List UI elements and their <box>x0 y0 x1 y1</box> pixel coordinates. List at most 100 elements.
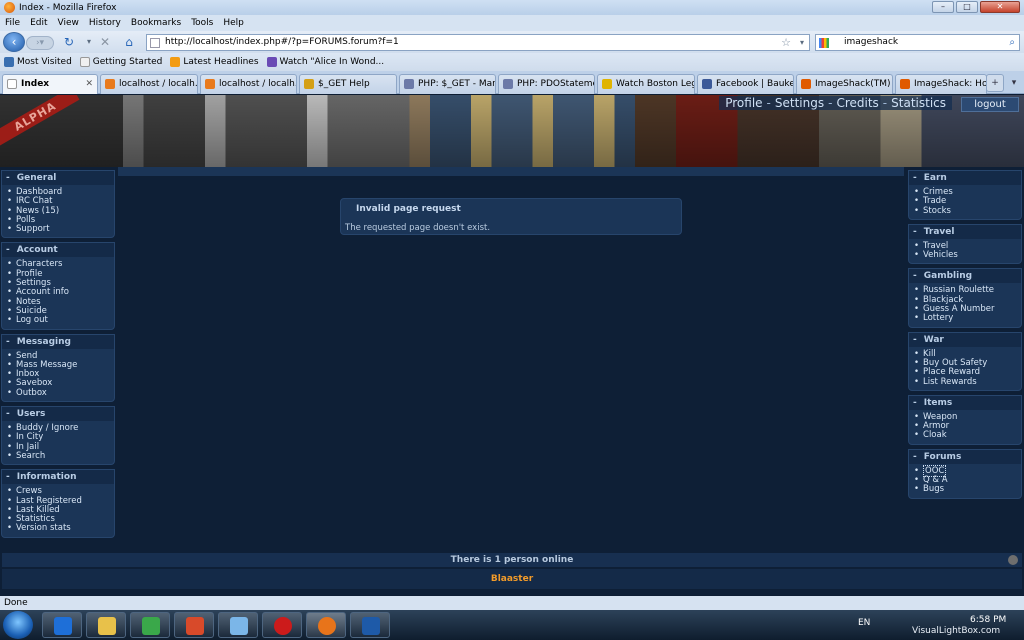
google-icon[interactable] <box>819 38 829 48</box>
new-tab-button[interactable]: + <box>986 74 1004 92</box>
tab[interactable]: localhost / localh... <box>200 74 297 94</box>
taskbar-app-active[interactable] <box>306 612 346 638</box>
ie-icon <box>54 617 72 635</box>
search-input[interactable]: imageshack <box>844 37 898 47</box>
tab-label: localhost / localh... <box>119 79 198 89</box>
close-tab-icon[interactable]: ✕ <box>85 75 93 93</box>
panel-title: - Forums <box>909 449 1021 464</box>
menu-tools[interactable]: Tools <box>186 18 218 28</box>
menu-bar: File Edit View History Bookmarks Tools H… <box>0 15 1024 31</box>
menu-link[interactable]: Bugs <box>914 485 1021 495</box>
rss-icon <box>170 57 181 67</box>
top-navigation: Profile - Settings - Credits - Statistic… <box>719 96 952 110</box>
menu-link[interactable]: List Rewards <box>914 377 1021 387</box>
tab-label: Watch Boston Leg... <box>616 79 694 89</box>
tab[interactable]: ImageShack: Host... <box>895 74 987 94</box>
taskbar-app[interactable] <box>350 612 390 638</box>
address-dropdown-icon[interactable]: ▾ <box>800 35 804 50</box>
stop-icon[interactable]: ✕ <box>98 35 112 49</box>
panel-account: -Account Characters Profile Settings Acc… <box>1 242 115 330</box>
online-users-bar: Blaaster <box>2 569 1022 589</box>
web-page: ALPHA Profile - Settings - Credits - Sta… <box>0 95 1024 595</box>
menu-link[interactable]: Search <box>7 451 114 461</box>
menu-link[interactable]: Stocks <box>914 206 1021 216</box>
taskbar-app[interactable] <box>42 612 82 638</box>
tab[interactable]: localhost / localh... <box>100 74 198 94</box>
panel-general: -General Dashboard IRC Chat News (15) Po… <box>1 170 115 239</box>
language-indicator[interactable]: EN <box>858 618 870 628</box>
right-sidebar: -Earn Crimes Trade Stocks -Travel Travel… <box>908 170 1022 503</box>
taskbar-app[interactable] <box>174 612 214 638</box>
nav-statistics-link[interactable]: Statistics <box>891 96 946 110</box>
page-favicon-icon <box>150 38 160 48</box>
address-bar[interactable]: http://localhost/index.php#/?p=FORUMS.fo… <box>146 34 810 51</box>
bookmark-item[interactable]: Getting Started <box>76 57 167 67</box>
list-tabs-icon[interactable]: ▾ <box>1007 74 1021 92</box>
nav-profile-link[interactable]: Profile <box>725 96 762 110</box>
history-dropdown-icon[interactable]: ▾ <box>82 35 96 49</box>
online-user-link[interactable]: Blaaster <box>491 574 533 584</box>
logout-button[interactable]: logout <box>961 97 1019 112</box>
search-bar[interactable]: imageshack ⌕ <box>815 34 1020 51</box>
status-text: Done <box>4 598 28 608</box>
nav-settings-link[interactable]: Settings <box>775 96 824 110</box>
panel-title: - Gambling <box>909 269 1021 284</box>
bookmark-item[interactable]: Most Visited <box>0 57 76 67</box>
minimize-button[interactable]: – <box>932 1 954 13</box>
menu-history[interactable]: History <box>84 18 126 28</box>
maximize-button[interactable]: □ <box>956 1 978 13</box>
menu-link[interactable]: Vehicles <box>914 250 1021 260</box>
panel-title: - General <box>2 171 114 185</box>
nav-credits-link[interactable]: Credits <box>836 96 878 110</box>
menu-edit[interactable]: Edit <box>25 18 52 28</box>
tab[interactable]: PHP: $_GET - Man... <box>399 74 496 94</box>
home-icon[interactable]: ⌂ <box>122 35 136 49</box>
panel-gambling: -Gambling Russian Roulette Blackjack Gue… <box>908 268 1022 328</box>
taskbar-app[interactable] <box>86 612 126 638</box>
nav-separator: - <box>828 96 833 110</box>
menu-view[interactable]: View <box>53 18 84 28</box>
bookmark-item[interactable]: Watch "Alice In Wond... <box>263 57 389 67</box>
tab-label: PHP: PDOStateme... <box>517 79 594 89</box>
taskbar-app[interactable] <box>130 612 170 638</box>
nav-separator: - <box>766 96 771 110</box>
menu-link[interactable]: Support <box>7 224 114 234</box>
menu-link[interactable]: Outbox <box>7 388 114 398</box>
bookmark-item[interactable]: Latest Headlines <box>166 57 262 67</box>
menu-link[interactable]: Log out <box>7 315 114 325</box>
clock[interactable]: 6:58 PM <box>970 615 1006 625</box>
tab[interactable]: ImageShack(TM) ... <box>796 74 893 94</box>
panel-messaging: -Messaging Send Mass Message Inbox Saveb… <box>1 333 115 403</box>
close-button[interactable]: ✕ <box>980 1 1020 13</box>
tab-label: ImageShack(TM) ... <box>815 79 892 89</box>
menu-file[interactable]: File <box>0 18 25 28</box>
tab[interactable]: PHP: PDOStateme... <box>498 74 595 94</box>
menu-link[interactable]: Lottery <box>914 314 1021 324</box>
menu-link[interactable]: Cloak <box>914 431 1021 441</box>
bookmark-star-icon[interactable]: ☆ <box>781 35 791 50</box>
menu-bookmarks[interactable]: Bookmarks <box>126 18 186 28</box>
tab[interactable]: $_GET Help <box>299 74 397 94</box>
menu-help[interactable]: Help <box>218 18 249 28</box>
start-button[interactable] <box>3 611 33 639</box>
tab-label: PHP: $_GET - Man... <box>418 79 496 89</box>
tab[interactable]: Watch Boston Leg... <box>597 74 695 94</box>
tab-label: Facebook | Bauke ... <box>716 79 794 89</box>
php-icon <box>404 79 414 89</box>
reload-icon[interactable]: ↻ <box>62 35 76 49</box>
php-icon <box>503 79 513 89</box>
page-icon <box>79 57 90 67</box>
taskbar-app[interactable] <box>218 612 258 638</box>
back-button[interactable]: ‹ <box>3 32 25 52</box>
tab[interactable]: Facebook | Bauke ... <box>697 74 794 94</box>
firefox-icon <box>4 2 15 13</box>
menu-link[interactable]: Version stats <box>7 524 114 534</box>
search-icon[interactable]: ⌕ <box>1009 35 1015 50</box>
taskbar-app[interactable] <box>262 612 302 638</box>
tab-index[interactable]: Index ✕ <box>2 74 98 94</box>
collapse-icon[interactable] <box>1008 555 1018 565</box>
photoshop-icon <box>362 617 380 635</box>
notice-title: Invalid page request <box>356 204 461 214</box>
imageshack-icon <box>900 79 910 89</box>
forward-button[interactable]: ›▾ <box>26 36 54 50</box>
